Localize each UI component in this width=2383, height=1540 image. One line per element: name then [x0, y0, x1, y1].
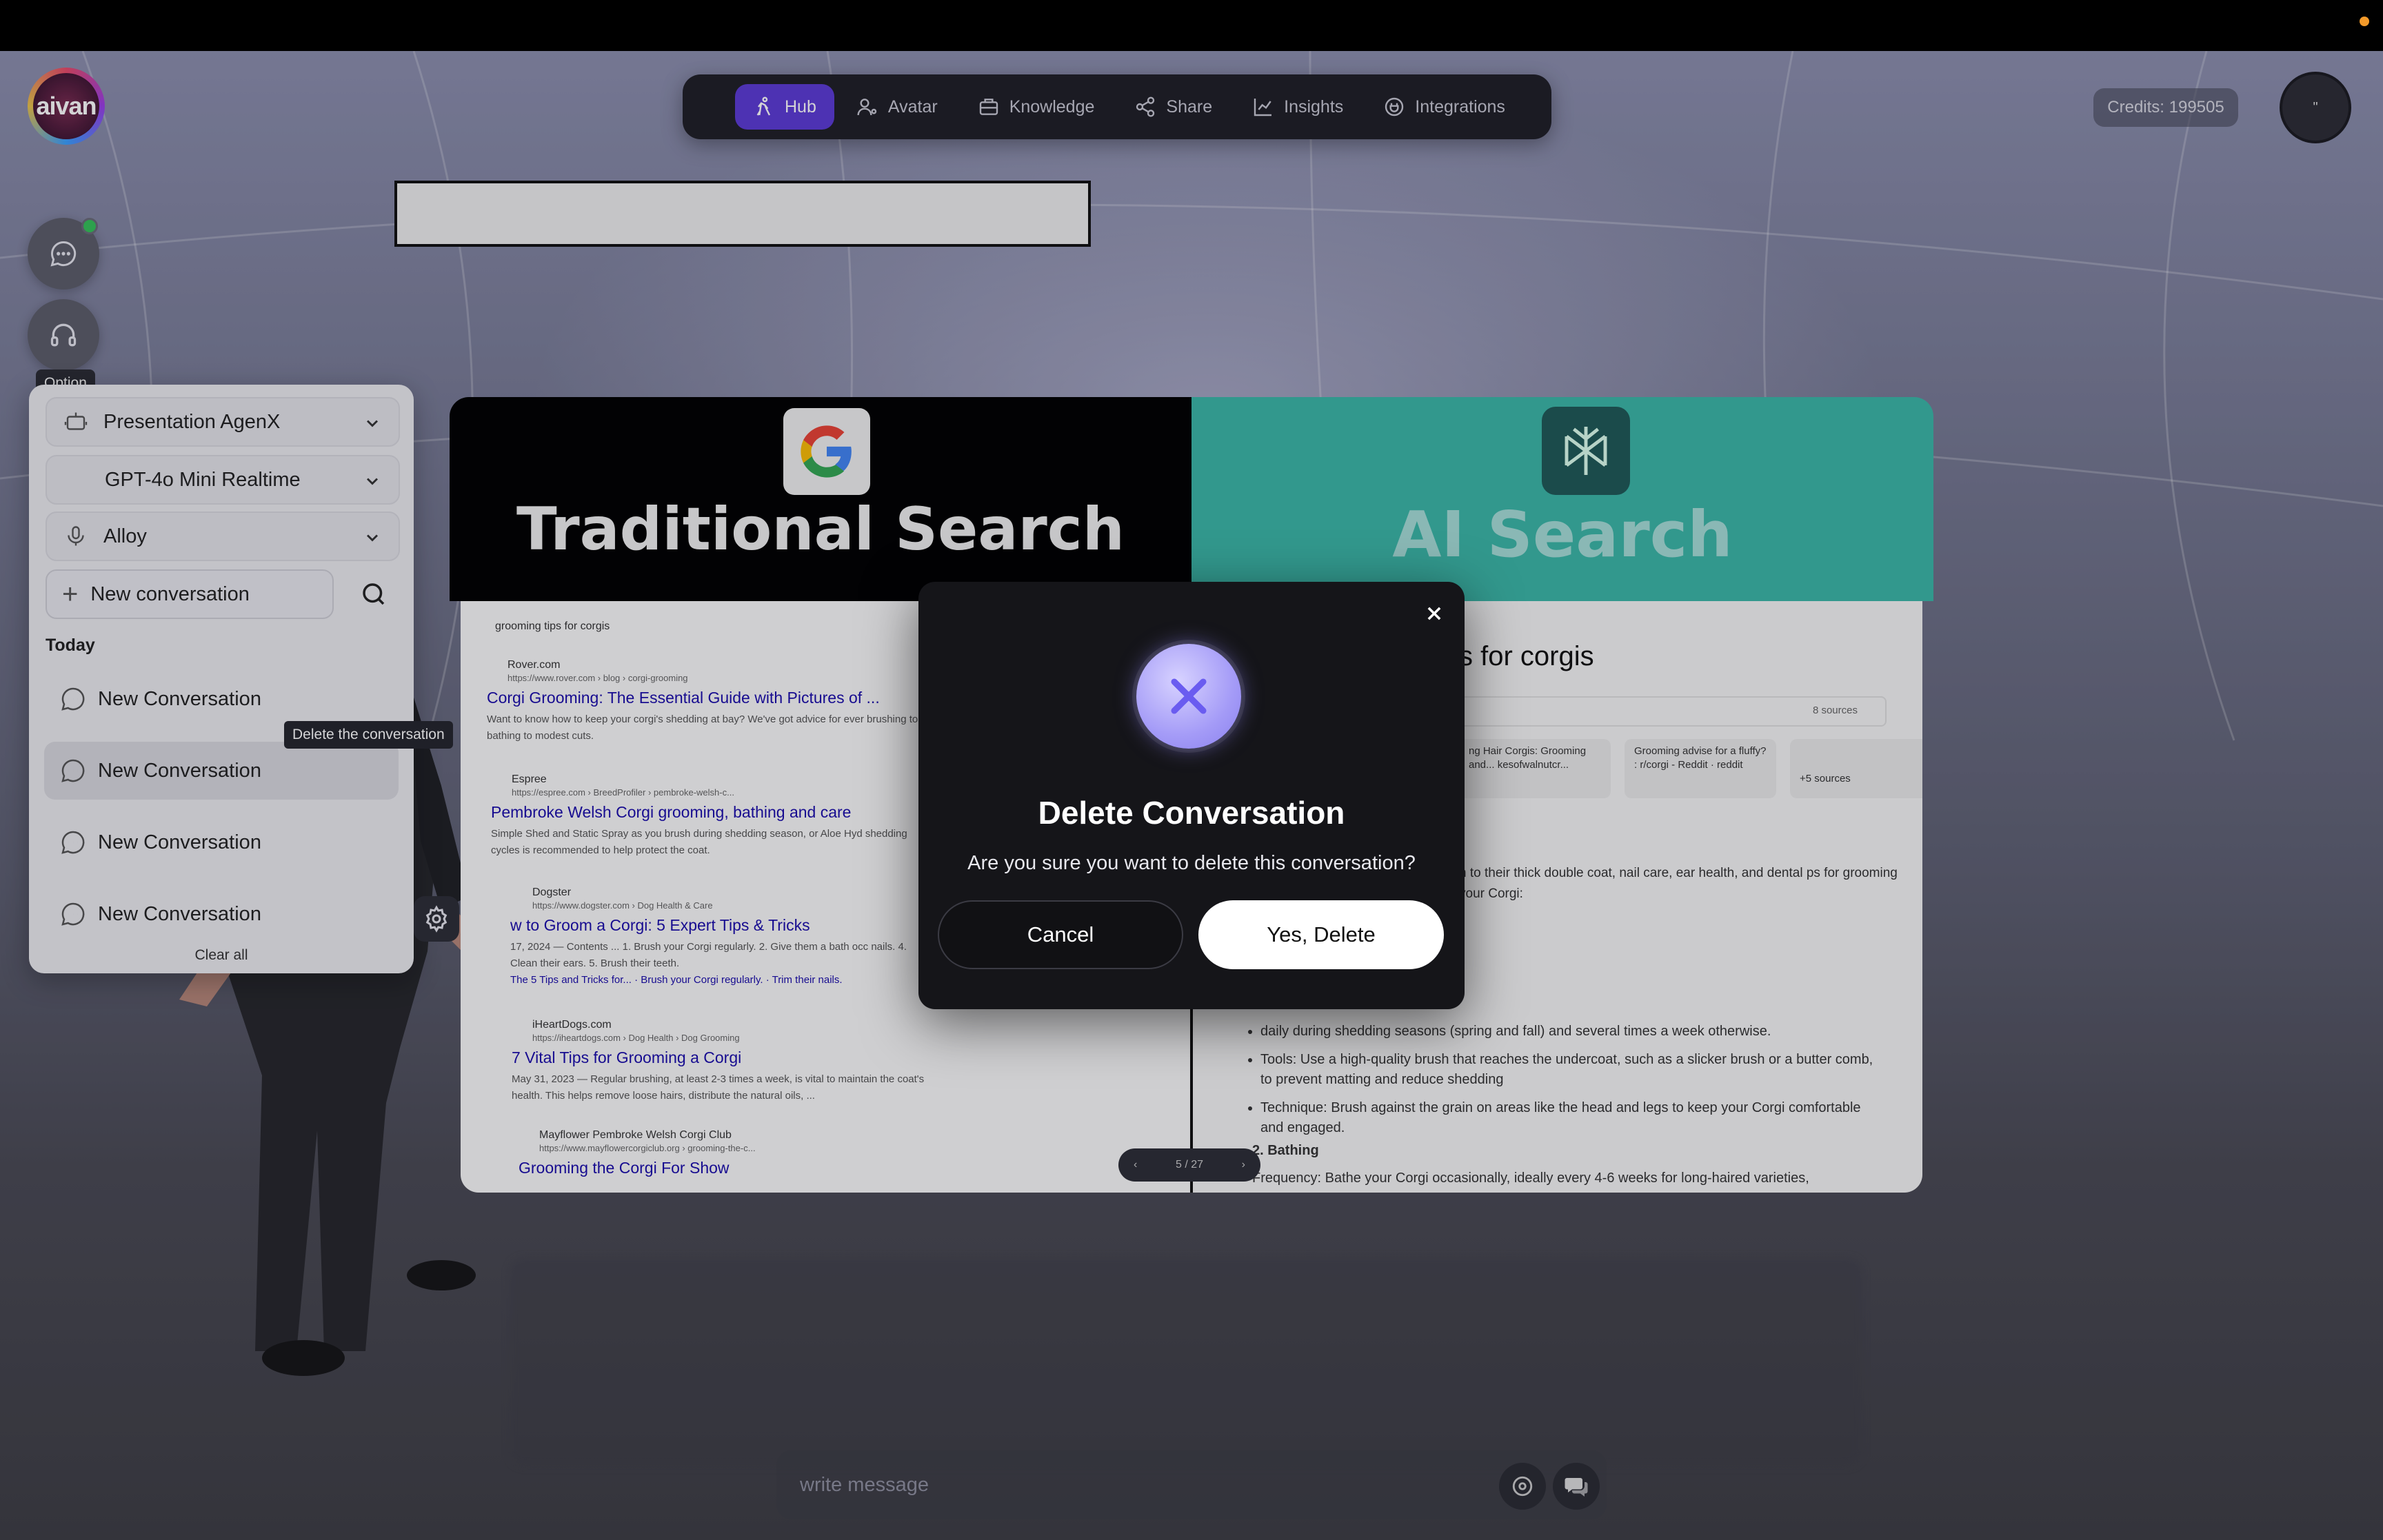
dialog-title: Delete Conversation: [1038, 795, 1345, 831]
system-top-bar: [0, 0, 2383, 51]
cancel-button[interactable]: Cancel: [938, 900, 1183, 969]
delete-warning-icon: [1136, 644, 1241, 749]
dialog-message: Are you sure you want to delete this con…: [967, 852, 1416, 874]
delete-conversation-dialog: Delete Conversation Are you sure you wan…: [918, 582, 1465, 1009]
close-icon: [1427, 607, 1441, 620]
status-dot: [2360, 17, 2369, 26]
x-mark-icon: [1171, 678, 1207, 714]
close-dialog-button[interactable]: [1420, 600, 1448, 627]
confirm-delete-button[interactable]: Yes, Delete: [1198, 900, 1444, 969]
